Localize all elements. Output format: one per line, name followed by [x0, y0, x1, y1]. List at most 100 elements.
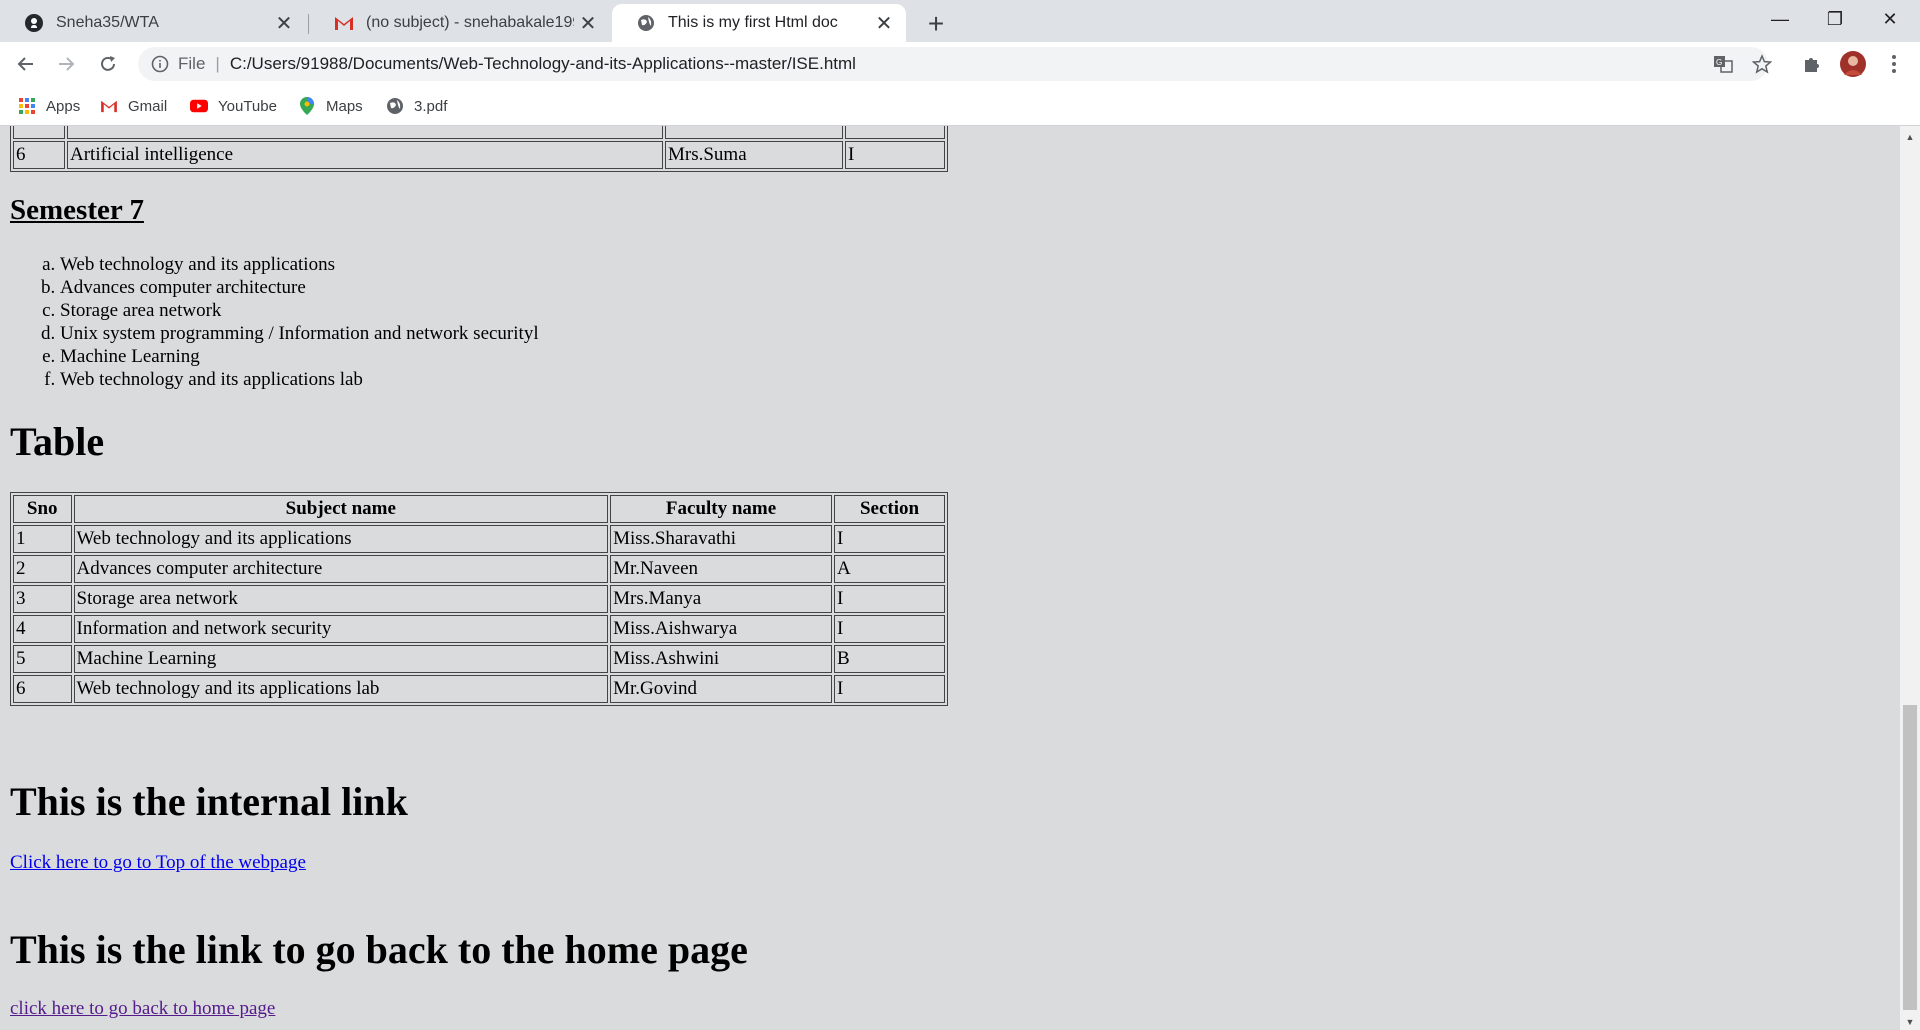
tab-gmail[interactable]: (no subject) - snehabakale1999@ ✕: [310, 4, 610, 42]
table-cell: B: [834, 645, 945, 673]
table-row: 6 Artificial intelligence Mrs.Suma I: [13, 141, 945, 169]
column-header: Subject name: [73, 495, 609, 523]
table-cell: Miss.Sharavathi: [610, 525, 833, 553]
apps-grid-icon: [18, 97, 36, 115]
table-cell: Mrs.Suma: [665, 141, 843, 169]
address-bar[interactable]: File | C:/Users/91988/Documents/Web-Tech…: [138, 47, 1768, 81]
forward-arrow-icon[interactable]: [50, 48, 82, 80]
back-arrow-icon[interactable]: [10, 48, 42, 80]
close-icon[interactable]: ✕: [870, 9, 898, 37]
globe-icon: [386, 97, 404, 115]
table-cell: 2: [13, 555, 72, 583]
info-icon[interactable]: [150, 54, 170, 74]
bookmark-label: Maps: [326, 97, 363, 115]
table-cell: 6: [13, 141, 65, 169]
minimize-button[interactable]: —: [1752, 0, 1808, 38]
new-tab-button[interactable]: +: [920, 8, 952, 40]
table-cell: Web technology and its applications: [73, 525, 609, 553]
list-item: Machine Learning: [60, 345, 539, 368]
bookmark-star-icon[interactable]: [1748, 50, 1776, 78]
bookmark-3pdf[interactable]: 3.pdf: [386, 92, 447, 120]
home-link-heading: This is the link to go back to the home …: [10, 927, 748, 972]
tab-title: (no subject) - snehabakale1999@: [366, 14, 574, 31]
table-cell: I: [834, 525, 945, 553]
youtube-icon: [190, 97, 208, 115]
scroll-up-arrow-icon[interactable]: ▲: [1900, 128, 1920, 145]
tab-separator: [308, 14, 309, 34]
partial-table: 6 Artificial intelligence Mrs.Suma I: [10, 126, 948, 172]
table-cell: Information and network security: [73, 615, 609, 643]
table-cell: Artificial intelligence: [67, 141, 663, 169]
table-cell: 1: [13, 525, 72, 553]
table-cell: Web technology and its applications lab: [73, 675, 609, 703]
table-cell: Mrs.Manya: [610, 585, 833, 613]
page-scrollbar[interactable]: ▲ ▼: [1900, 126, 1920, 1030]
table-row: 1 Web technology and its applications Mi…: [13, 525, 945, 553]
top-of-page-link[interactable]: Click here to go to Top of the webpage: [10, 852, 306, 874]
bookmark-label: YouTube: [218, 97, 277, 115]
table-cell: A: [834, 555, 945, 583]
close-icon[interactable]: ✕: [574, 9, 602, 37]
bookmark-apps[interactable]: Apps: [18, 92, 80, 120]
table-row: 5 Machine Learning Miss.Ashwini B: [13, 645, 945, 673]
subjects-table: Sno Subject name Faculty name Section 1 …: [10, 492, 948, 706]
table-cell: I: [834, 675, 945, 703]
table-cell: [67, 126, 663, 139]
list-item: Storage area network: [60, 299, 539, 322]
tab-title: Sneha35/WTA: [56, 14, 159, 31]
home-page-link[interactable]: click here to go back to home page: [10, 998, 275, 1020]
omnibox-divider: |: [215, 54, 220, 73]
table-row: 6 Web technology and its applications la…: [13, 675, 945, 703]
svg-text:G: G: [1716, 58, 1722, 67]
table-cell: I: [845, 141, 945, 169]
gmail-icon: [334, 13, 354, 33]
profile-avatar[interactable]: [1839, 50, 1867, 78]
table-row: 4 Information and network security Miss.…: [13, 615, 945, 643]
table-cell: [13, 126, 65, 139]
list-item: Unix system programming / Information an…: [60, 322, 539, 345]
tab-github[interactable]: Sneha35/WTA ✕: [0, 4, 306, 42]
scrollbar-thumb[interactable]: [1903, 705, 1917, 1010]
url-text: C:/Users/91988/Documents/Web-Technology-…: [229, 54, 856, 73]
browser-toolbar: File | C:/Users/91988/Documents/Web-Tech…: [0, 42, 1920, 86]
internal-link-heading: This is the internal link: [10, 779, 408, 824]
bookmark-label: 3.pdf: [414, 97, 448, 115]
column-header: Section: [834, 495, 945, 523]
table-cell: Miss.Aishwarya: [610, 615, 833, 643]
table-cell: [665, 126, 843, 139]
restore-button[interactable]: ❐: [1807, 0, 1863, 38]
table-cell: Mr.Govind: [610, 675, 833, 703]
semester-7-list: Web technology and its applications Adva…: [10, 253, 539, 391]
table-heading: Table: [10, 419, 105, 464]
window-close-button[interactable]: ✕: [1862, 0, 1918, 38]
table-row: [13, 126, 945, 139]
globe-icon: [636, 13, 656, 33]
table-cell: I: [834, 615, 945, 643]
table-cell: 3: [13, 585, 72, 613]
table-row: 3 Storage area network Mrs.Manya I: [13, 585, 945, 613]
bookmark-maps[interactable]: Maps: [298, 92, 363, 120]
table-cell: 4: [13, 615, 72, 643]
bookmarks-bar: Apps Gmail YouTube Maps 3.pdf: [0, 86, 1920, 126]
table-row: 2 Advances computer architecture Mr.Nave…: [13, 555, 945, 583]
reload-icon[interactable]: [92, 48, 124, 80]
table-cell: Storage area network: [73, 585, 609, 613]
table-cell: Miss.Ashwini: [610, 645, 833, 673]
table-cell: 6: [13, 675, 72, 703]
tab-strip: Sneha35/WTA ✕ (no subject) - snehabakale…: [0, 0, 1920, 42]
tab-title: This is my first Html doc: [668, 14, 838, 31]
tab-html-doc[interactable]: This is my first Html doc ✕: [612, 4, 906, 42]
table-cell: 5: [13, 645, 72, 673]
bookmark-label: Apps: [46, 97, 81, 115]
bookmark-gmail[interactable]: Gmail: [100, 92, 167, 120]
table-cell: Machine Learning: [73, 645, 609, 673]
translate-icon[interactable]: G: [1709, 50, 1737, 78]
list-item: Advances computer architecture: [60, 276, 539, 299]
column-header: Faculty name: [610, 495, 833, 523]
menu-kebab-icon[interactable]: [1880, 50, 1908, 78]
bookmark-youtube[interactable]: YouTube: [190, 92, 277, 120]
scroll-down-arrow-icon[interactable]: ▼: [1900, 1013, 1920, 1030]
table-cell: [845, 126, 945, 139]
extensions-puzzle-icon[interactable]: [1798, 50, 1826, 78]
close-icon[interactable]: ✕: [270, 9, 298, 37]
